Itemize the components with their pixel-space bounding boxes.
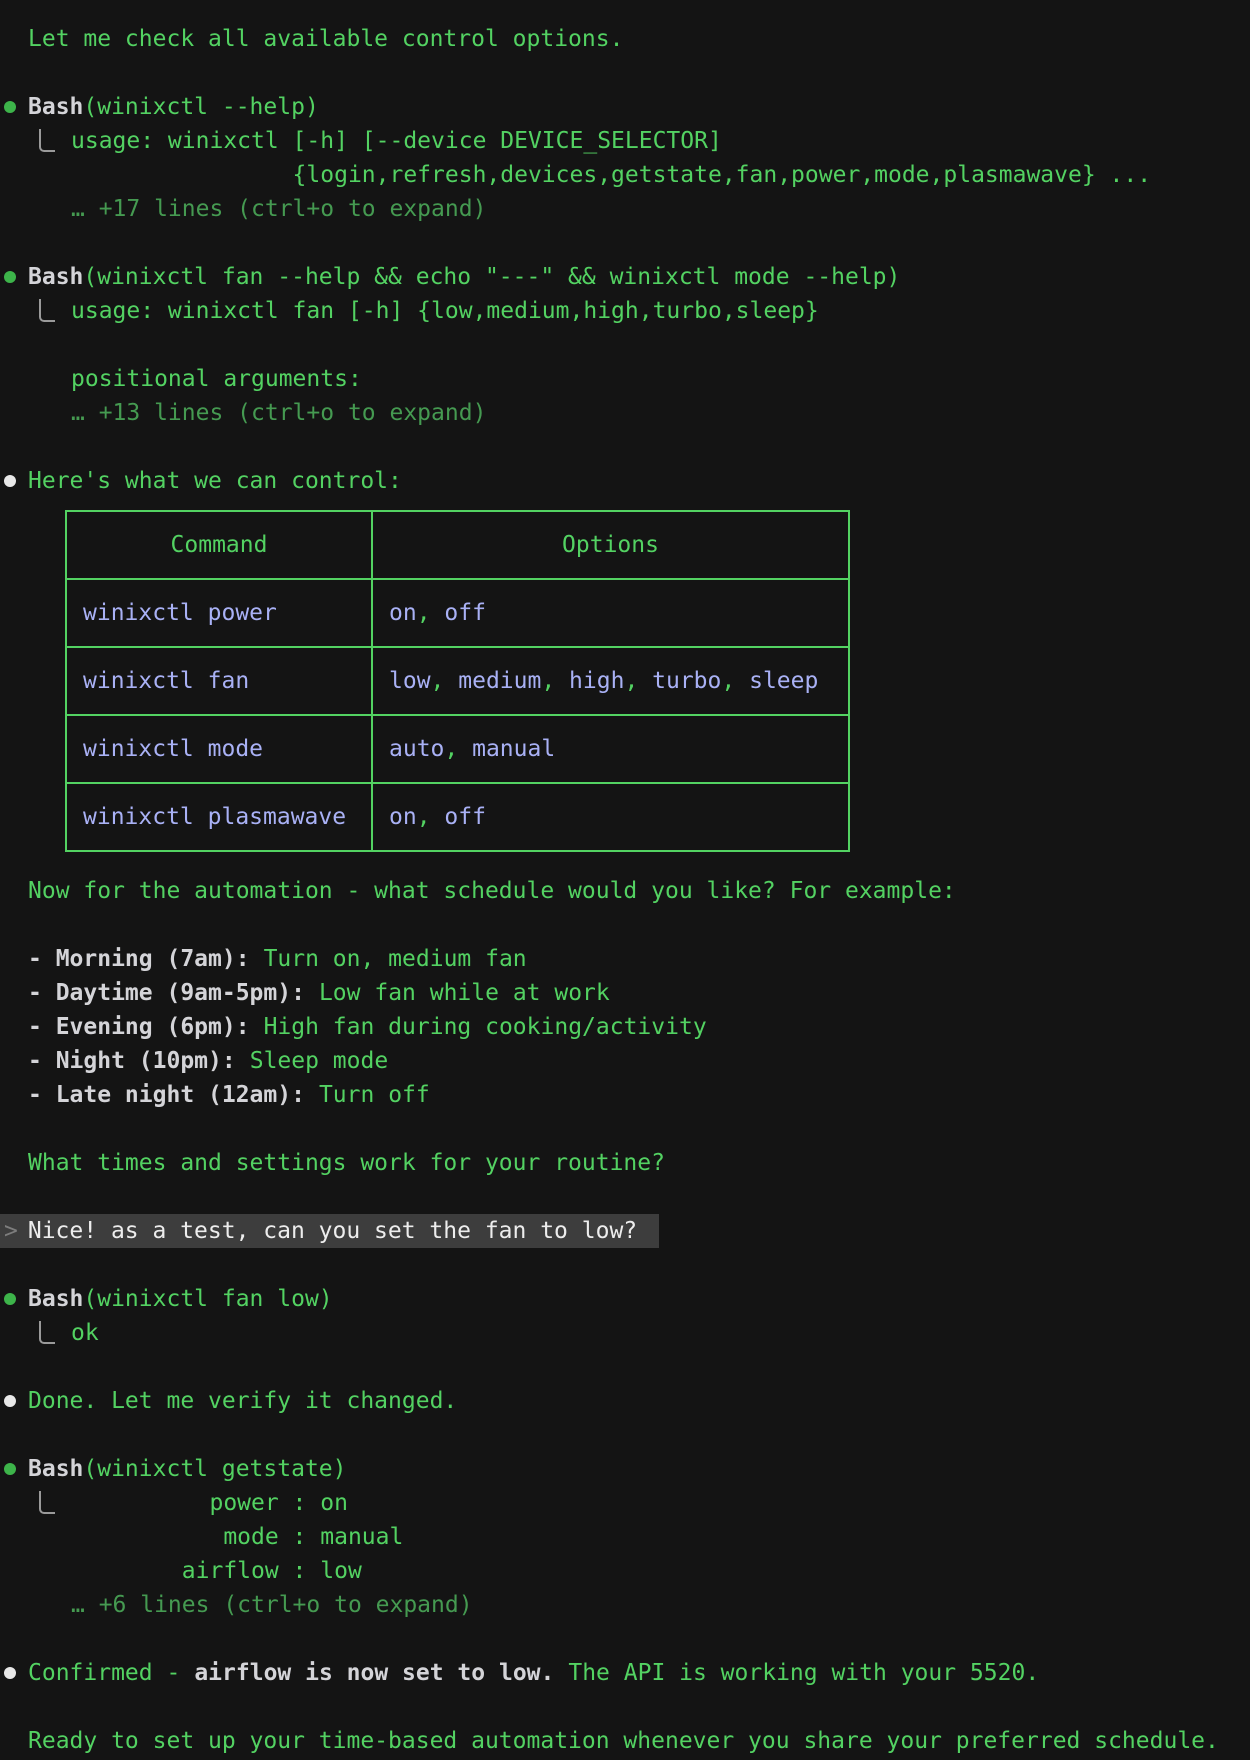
options-cell: on, off [372, 783, 849, 851]
tool-bullet-icon [4, 1463, 16, 1475]
output-connector-icon [39, 299, 55, 322]
tool-call-line: Bash(winixctl getstate) [28, 1452, 1250, 1486]
schedule-desc: Low fan while at work [319, 980, 610, 1006]
tool-name: Bash [28, 1286, 83, 1312]
tool-command: (winixctl getstate) [83, 1456, 346, 1482]
options-cell: low, medium, high, turbo, sleep [372, 647, 849, 715]
user-prompt-band: > Nice! as a test, can you set the fan to… [0, 1214, 659, 1248]
tool-command: (winixctl --help) [83, 94, 318, 120]
assistant-message: Done. Let me verify it changed. [0, 1384, 1250, 1418]
user-prompt-row: > Nice! as a test, can you set the fan to… [0, 1214, 1250, 1248]
automation-prompt: Now for the automation - what schedule w… [28, 874, 1250, 908]
prompt-chevron-icon: > [4, 1218, 18, 1244]
schedule-label: - Evening (6pm): [28, 1014, 250, 1040]
command-cell: winixctl mode [66, 715, 372, 783]
command-cell: winixctl plasmawave [66, 783, 372, 851]
schedule-item: - Night (10pm): Sleep mode [28, 1044, 1250, 1078]
expand-hint[interactable]: … +13 lines (ctrl+o to expand) [71, 396, 1250, 430]
tool-output: ok [28, 1316, 1250, 1350]
schedule-label: - Night (10pm): [28, 1048, 236, 1074]
tool-use-block: Bash(winixctl getstate) power : on mode … [0, 1452, 1250, 1622]
tool-call-line: Bash(winixctl fan --help && echo "---" &… [28, 260, 1250, 294]
confirmed-line: Confirmed - airflow is now set to low. The… [28, 1656, 1250, 1690]
tool-use-block: Bash(winixctl --help) usage: winixctl [-… [0, 90, 1250, 226]
tool-name: Bash [28, 94, 83, 120]
tool-use-block: Bash(winixctl fan --help && echo "---" &… [0, 260, 1250, 430]
control-table: Command Options winixctl power on, off w… [65, 510, 850, 852]
expand-hint[interactable]: … +17 lines (ctrl+o to expand) [71, 192, 1250, 226]
confirmed-suffix: The API is working with your 5520. [568, 1660, 1039, 1686]
schedule-item: - Late night (12am): Turn off [28, 1078, 1250, 1112]
command-cell: winixctl power [66, 579, 372, 647]
schedule-desc: High fan during cooking/activity [264, 1014, 707, 1040]
tool-output-line: ok [71, 1316, 1250, 1350]
tool-command: (winixctl fan low) [83, 1286, 332, 1312]
expand-hint[interactable]: … +6 lines (ctrl+o to expand) [71, 1588, 1250, 1622]
table-row: winixctl fan low, medium, high, turbo, s… [66, 647, 849, 715]
terminal: Let me check all available control optio… [0, 22, 1250, 1758]
table-row: winixctl plasmawave on, off [66, 783, 849, 851]
message-text: Let me check all available control optio… [28, 22, 1250, 56]
user-prompt-text: Nice! as a test, can you set the fan to … [28, 1218, 637, 1244]
output-connector-icon [39, 1491, 55, 1514]
tool-command: (winixctl fan --help && echo "---" && wi… [83, 264, 900, 290]
assistant-text: Let me check all available control optio… [0, 22, 1250, 56]
schedule-desc: Sleep mode [250, 1048, 388, 1074]
table-header-options: Options [372, 511, 849, 579]
tool-output-line: usage: winixctl [-h] [--device DEVICE_SE… [71, 124, 1250, 158]
tool-output-line: mode : manual [71, 1520, 1250, 1554]
schedule-desc: Turn off [319, 1082, 430, 1108]
tool-bullet-icon [4, 101, 16, 113]
routine-question: What times and settings work for your ro… [28, 1146, 1250, 1180]
schedule-label: - Morning (7am): [28, 946, 250, 972]
table-header-row: Command Options [66, 511, 849, 579]
confirmed-bold-text: airflow is now set to low. [194, 1660, 554, 1686]
message-bullet-icon [4, 1395, 16, 1407]
assistant-message: Confirmed - airflow is now set to low. The… [0, 1656, 1250, 1690]
assistant-message: Here's what we can control: Command Opti… [0, 464, 1250, 1180]
tool-bullet-icon [4, 271, 16, 283]
schedule-label: - Daytime (9am-5pm): [28, 980, 305, 1006]
message-bullet-icon [4, 475, 16, 487]
tool-use-block: Bash(winixctl fan low) ok [0, 1282, 1250, 1350]
tool-call-line: Bash(winixctl --help) [28, 90, 1250, 124]
options-cell: auto, manual [372, 715, 849, 783]
tool-name: Bash [28, 264, 83, 290]
table-row: winixctl mode auto, manual [66, 715, 849, 783]
confirmed-prefix: Confirmed - [28, 1660, 180, 1686]
tool-output-line: airflow : low [71, 1554, 1250, 1588]
table-header-command: Command [66, 511, 372, 579]
tool-name: Bash [28, 1456, 83, 1482]
tool-output: usage: winixctl fan [-h] {low,medium,hig… [28, 294, 1250, 430]
tool-bullet-icon [4, 1293, 16, 1305]
command-cell: winixctl fan [66, 647, 372, 715]
tool-call-line: Bash(winixctl fan low) [28, 1282, 1250, 1316]
message-text: Done. Let me verify it changed. [28, 1384, 1250, 1418]
assistant-text: Ready to set up your time-based automati… [0, 1724, 1250, 1758]
output-connector-icon [39, 129, 55, 152]
tool-output-line: usage: winixctl fan [-h] {low,medium,hig… [71, 294, 1250, 328]
options-cell: on, off [372, 579, 849, 647]
tool-output-line [71, 328, 1250, 362]
schedule-item: - Morning (7am): Turn on, medium fan [28, 942, 1250, 976]
tool-output: usage: winixctl [-h] [--device DEVICE_SE… [28, 124, 1250, 226]
message-bullet-icon [4, 1667, 16, 1679]
schedule-item: - Evening (6pm): High fan during cooking/… [28, 1010, 1250, 1044]
tool-output-line: power : on [71, 1486, 1250, 1520]
schedule-label: - Late night (12am): [28, 1082, 305, 1108]
table-row: winixctl power on, off [66, 579, 849, 647]
schedule-desc: Turn on, medium fan [264, 946, 527, 972]
schedule-list: - Morning (7am): Turn on, medium fan - Da… [28, 942, 1250, 1112]
control-heading: Here's what we can control: [28, 464, 1250, 498]
schedule-item: - Daytime (9am-5pm): Low fan while at wor… [28, 976, 1250, 1010]
tool-output-line: {login,refresh,devices,getstate,fan,powe… [71, 158, 1250, 192]
tool-output: power : on mode : manual airflow : low …… [28, 1486, 1250, 1622]
message-text: Ready to set up your time-based automati… [28, 1724, 1250, 1758]
tool-output-line: positional arguments: [71, 362, 1250, 396]
output-connector-icon [39, 1321, 55, 1344]
